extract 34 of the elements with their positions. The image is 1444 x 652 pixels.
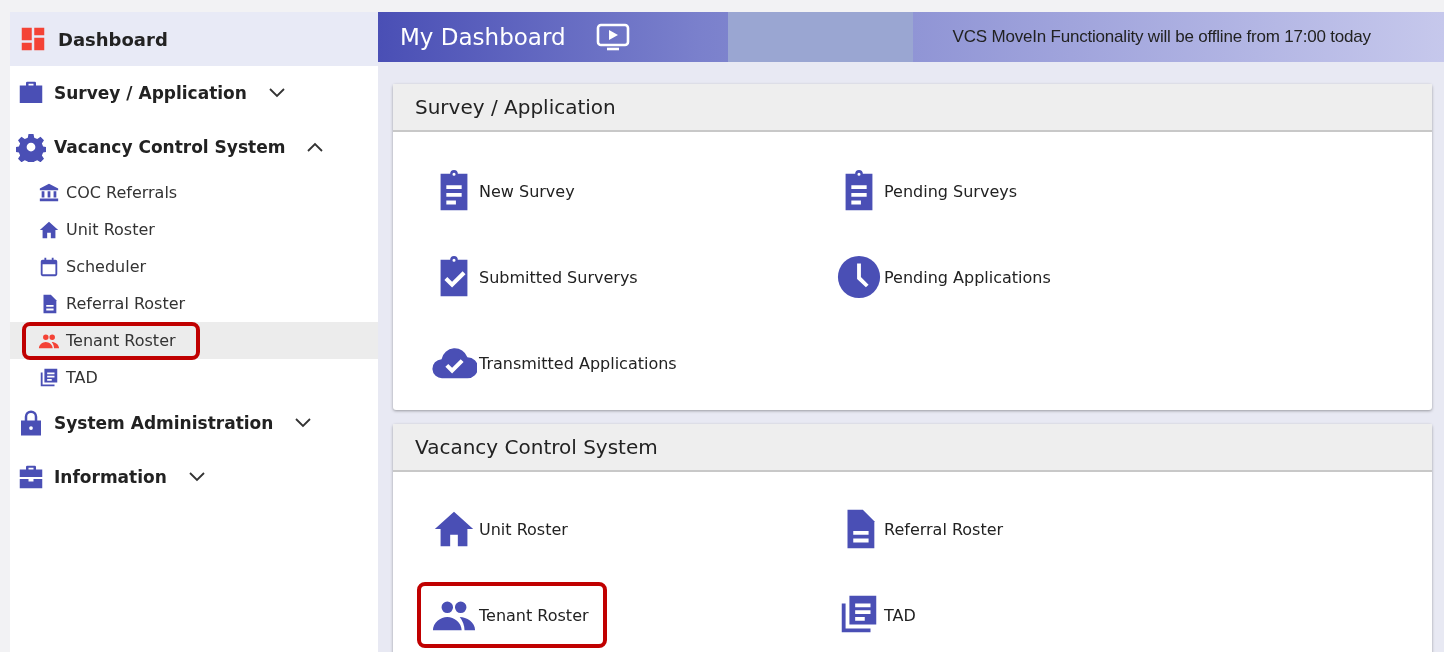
menu-group-header[interactable]: System Administration <box>10 396 378 450</box>
chevron-down-icon <box>188 472 205 482</box>
panel-title: Vacancy Control System <box>415 435 658 459</box>
shortcut-link[interactable]: Transmitted Applications <box>417 330 695 396</box>
dashboard-link[interactable]: Dashboard <box>10 12 378 66</box>
panel-title: Survey / Application <box>415 95 616 119</box>
shortcut-link[interactable]: TAD <box>822 582 934 648</box>
shortcut-link[interactable]: Unit Roster <box>417 496 586 562</box>
menu-group-header[interactable]: Information <box>10 450 378 504</box>
page-title: My Dashboard <box>400 24 566 50</box>
menu-group-header[interactable]: Vacancy Control System <box>10 120 378 174</box>
clock-icon <box>836 254 882 300</box>
shortcut-link[interactable]: New Survey <box>417 158 593 224</box>
chevron-up-icon <box>307 142 324 152</box>
bank-icon <box>38 181 60 204</box>
play-icon[interactable] <box>595 23 630 51</box>
menu-item[interactable]: Referral Roster <box>22 284 210 323</box>
shortcut-link[interactable]: Tenant Roster <box>417 582 607 648</box>
shortcut-link[interactable]: Referral Roster <box>822 496 1022 562</box>
menu-item[interactable]: TAD <box>22 358 122 397</box>
chevron-down-icon <box>295 418 312 428</box>
menu-item[interactable]: Tenant Roster <box>22 321 200 360</box>
announcement-text: VCS MoveIn Functionality will be offline from 17:00 today <box>952 27 1371 47</box>
menu-item[interactable]: Unit Roster <box>22 210 179 249</box>
menu-item[interactable]: COC Referrals <box>22 173 202 212</box>
menu-item[interactable]: Scheduler <box>22 247 171 286</box>
settings-icon <box>16 132 46 162</box>
menu-group-header[interactable]: Survey / Application <box>10 66 378 120</box>
chevron-down-icon <box>268 88 285 98</box>
shortcut-link[interactable]: Pending Surveys <box>822 158 1036 224</box>
shortcut-link[interactable]: Submitted Surverys <box>417 244 656 310</box>
calendar-icon <box>38 255 60 278</box>
shortcut-link[interactable]: Pending Applications <box>822 244 1069 310</box>
documents-icon <box>38 366 60 389</box>
